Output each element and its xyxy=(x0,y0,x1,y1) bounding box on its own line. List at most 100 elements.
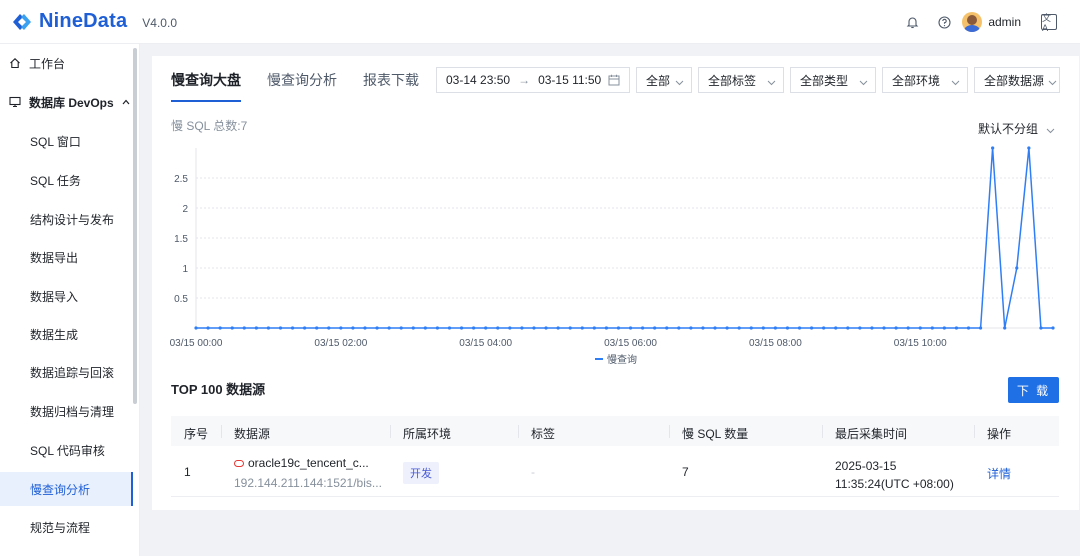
data-point xyxy=(1015,266,1019,270)
select-environment[interactable]: 全部环境 xyxy=(882,67,968,93)
sidebar-group-devops[interactable]: 数据库 DevOps xyxy=(0,85,133,119)
data-point xyxy=(230,326,234,330)
data-point xyxy=(363,326,367,330)
select-type[interactable]: 全部类型 xyxy=(790,67,876,93)
column-header: 数据源 xyxy=(234,427,271,441)
arrow-right-icon: → xyxy=(518,73,531,87)
sidebar-item-sql-window[interactable]: SQL 窗口 xyxy=(0,124,133,158)
help-icon[interactable] xyxy=(936,14,952,30)
y-tick-label: 0.5 xyxy=(174,294,188,305)
data-point xyxy=(809,326,814,330)
datasource-name[interactable]: oracle19c_tencent_c... xyxy=(248,456,369,470)
date-start: 03-14 23:50 xyxy=(446,73,511,87)
data-point xyxy=(266,326,271,330)
slow-sql-count: 7 xyxy=(682,465,689,479)
chevron-down-icon xyxy=(951,76,960,86)
data-point xyxy=(773,326,777,330)
chevron-down-icon xyxy=(767,76,776,86)
download-button[interactable]: 下 载 xyxy=(1008,377,1059,403)
data-point xyxy=(387,326,391,330)
data-point xyxy=(930,326,934,330)
data-point xyxy=(1051,326,1055,330)
sidebar-item-label: 慢查询分析 xyxy=(30,482,91,497)
bell-icon[interactable] xyxy=(904,14,920,30)
data-point xyxy=(604,326,608,330)
data-point xyxy=(580,326,584,330)
select-tag[interactable]: 全部标签 xyxy=(698,67,784,93)
data-point xyxy=(761,326,765,330)
username[interactable]: admin xyxy=(988,15,1021,29)
sidebar-scrollbar[interactable] xyxy=(133,48,137,404)
sidebar-item-data-import[interactable]: 数据导入 xyxy=(0,279,133,313)
sidebar-item-sql-review[interactable]: SQL 代码审核 xyxy=(0,433,133,467)
user-avatar[interactable] xyxy=(962,12,983,32)
sidebar-item-slow-query[interactable]: 慢查询分析 xyxy=(0,472,133,506)
last-collect-time: 2025-03-15 11:35:24(UTC +08:00) xyxy=(835,457,954,493)
data-point xyxy=(725,326,729,330)
details-link[interactable]: 详情 xyxy=(987,465,1011,482)
data-point xyxy=(653,326,657,330)
date-range-picker[interactable]: 03-14 23:50 → 03-15 11:50 xyxy=(436,67,630,93)
x-tick-label: 03/15 10:00 xyxy=(894,338,947,349)
column-header: 慢 SQL 数量 xyxy=(682,427,749,441)
select-value: 全部环境 xyxy=(892,73,941,88)
data-point xyxy=(822,326,826,330)
sidebar-item-label: 结构设计与发布 xyxy=(30,212,115,227)
data-point xyxy=(991,146,995,150)
column-divider xyxy=(518,425,519,438)
sidebar-item-data-tracking[interactable]: 数据追踪与回滚 xyxy=(0,355,133,389)
data-point xyxy=(411,326,415,330)
chevron-down-icon xyxy=(859,76,868,86)
sidebar-item-label: SQL 任务 xyxy=(30,173,81,188)
data-point xyxy=(556,326,560,330)
app-logo[interactable]: NineData xyxy=(10,10,127,34)
last-collect-date: 2025-03-15 xyxy=(835,459,897,473)
select-value: 全部数据源 xyxy=(984,73,1045,88)
data-point xyxy=(785,326,790,330)
data-point xyxy=(1039,326,1043,330)
y-tick-label: 2.5 xyxy=(174,174,188,185)
group-by-select[interactable]: 默认不分组 xyxy=(978,120,1055,137)
select-all[interactable]: 全部 xyxy=(636,67,692,93)
table-row: 1 oracle19c_tencent_c... 192.144.211.144… xyxy=(171,446,1059,497)
x-tick-label: 03/15 06:00 xyxy=(604,338,657,349)
sidebar-item-label: 数据库 DevOps xyxy=(29,95,114,110)
sidebar-item-data-archive[interactable]: 数据归档与清理 xyxy=(0,394,133,428)
sidebar-item-label: 数据生成 xyxy=(30,327,79,342)
datasource-table: 序号 数据源 所属环境 标签 慢 SQL 数量 最后采集时间 操作 1 orac… xyxy=(171,416,1059,497)
data-point xyxy=(303,326,307,330)
tab-slow-query-analysis[interactable]: 慢查询分析 xyxy=(267,72,337,102)
calendar-icon xyxy=(608,74,620,86)
tab-slow-query-dashboard[interactable]: 慢查询大盘 xyxy=(171,72,241,102)
sidebar-item-label: SQL 窗口 xyxy=(30,134,81,149)
data-point xyxy=(242,326,246,330)
sidebar-item-data-generate[interactable]: 数据生成 xyxy=(0,317,133,351)
tab-report-download[interactable]: 报表下载 xyxy=(363,72,419,102)
slow-query-line-chart: 0.5 1 1.5 2 2.5 03/15 00:00 03/15 02:00 03/15 0… xyxy=(170,146,1055,366)
datasource-address: 192.144.211.144:1521/bis... xyxy=(234,476,382,490)
sidebar-item-sql-task[interactable]: SQL 任务 xyxy=(0,163,133,197)
home-icon xyxy=(8,57,21,70)
sidebar-item-workbench[interactable]: 工作台 xyxy=(0,46,133,80)
sidebar-item-label: 数据归档与清理 xyxy=(30,404,115,419)
data-point xyxy=(544,326,548,330)
chevron-up-icon xyxy=(122,97,130,107)
data-point xyxy=(641,326,645,330)
data-point xyxy=(206,326,210,330)
sidebar-item-label: 规范与流程 xyxy=(30,520,91,535)
data-point xyxy=(906,326,910,330)
data-point xyxy=(532,326,536,330)
sidebar-item-data-export[interactable]: 数据导出 xyxy=(0,240,133,274)
sidebar-item-label: 数据追踪与回滚 xyxy=(30,365,115,380)
sidebar-item-label: SQL 代码审核 xyxy=(30,443,105,458)
y-tick-label: 1.5 xyxy=(174,234,188,245)
column-header: 所属环境 xyxy=(403,427,452,441)
sidebar-item-standards[interactable]: 规范与流程 xyxy=(0,510,133,544)
data-point xyxy=(351,326,355,330)
data-point xyxy=(459,326,464,330)
sidebar-item-schema-design[interactable]: 结构设计与发布 xyxy=(0,202,133,236)
language-switch-icon[interactable]: 文A xyxy=(1041,14,1057,34)
select-datasource[interactable]: 全部数据源 xyxy=(974,67,1060,93)
date-end: 03-15 11:50 xyxy=(538,73,602,87)
data-point xyxy=(254,326,258,330)
